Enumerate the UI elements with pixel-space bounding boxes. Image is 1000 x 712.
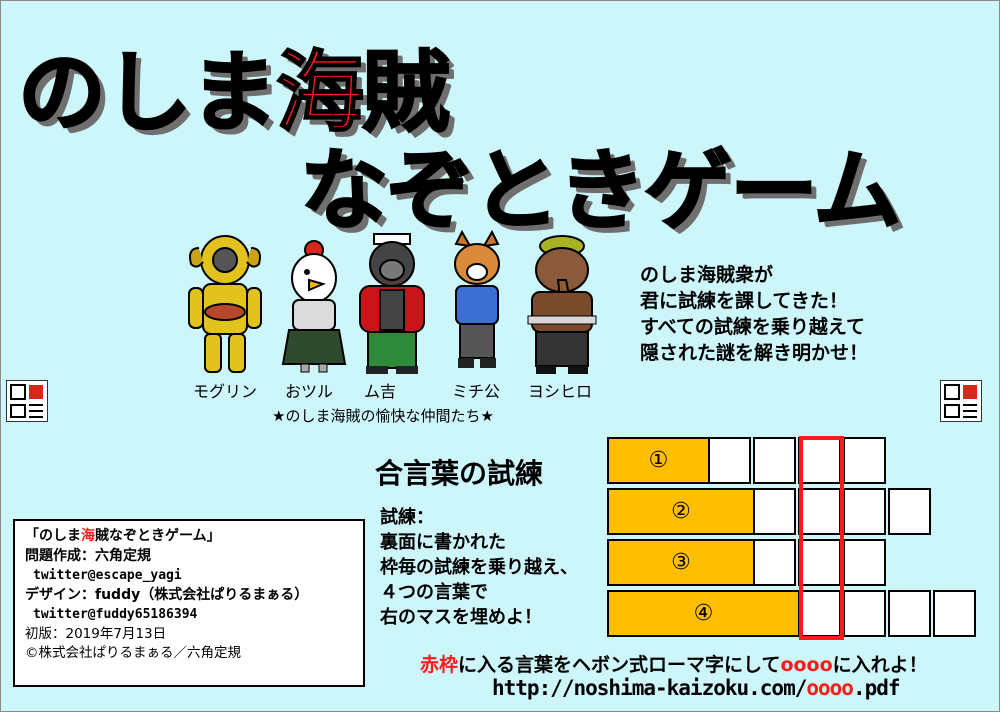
elephant-icon	[522, 230, 602, 375]
puzzle-cell[interactable]	[933, 590, 976, 637]
answer-url[interactable]: http://noshima-kaizoku.com/oooo.pdf	[492, 676, 901, 700]
row-label: ④	[607, 590, 800, 637]
puzzle-cell[interactable]	[888, 590, 931, 637]
row-label: ②	[607, 488, 755, 535]
dog-icon	[444, 230, 510, 375]
character-name: おツル	[285, 382, 334, 401]
credits-title: 「のしま海賊なぞときゲーム」	[25, 528, 221, 544]
credits-design: デザイン：fuddy（株式会社ぱりるまぁる）	[25, 586, 309, 603]
puzzle-cell[interactable]	[753, 539, 796, 586]
puzzle-cell[interactable]	[843, 488, 886, 535]
characters-caption: ★のしま海賊の愉快な仲間たち★	[272, 407, 494, 425]
seal-icon	[6, 380, 48, 422]
character-name: ヨシヒロ	[528, 382, 593, 401]
bottom-hint: 赤枠に入る言葉をヘボン式ローマ字にしてooooに入れよ！	[420, 654, 928, 676]
character-name: ム吉	[364, 382, 397, 401]
seal-icon	[940, 380, 982, 422]
puzzle-cell[interactable]	[753, 488, 796, 535]
credits-edition: 初版：2019年7月13日	[25, 625, 167, 642]
row-label: ③	[607, 539, 755, 586]
crane-icon	[279, 230, 349, 375]
puzzle-cell[interactable]	[843, 539, 886, 586]
credits-author: 問題作成：六角定規	[25, 547, 151, 564]
instructions: 試練： 裏面に書かれた 枠毎の試練を乗り越え、 ４つの言葉で 右のマスを埋めよ！	[380, 507, 578, 628]
puzzle-cell[interactable]	[708, 437, 751, 484]
puzzle-cell[interactable]	[888, 488, 931, 535]
title-line-2: なぞときゲーム	[299, 138, 902, 243]
puzzle-cell[interactable]	[798, 488, 841, 535]
puzzle-cell[interactable]	[798, 590, 841, 637]
intro-text: のしま海賊衆が 君に試練を課してきた！ すべての試練を乗り越えて 隠された謎を解…	[640, 264, 869, 364]
row-label: ①	[607, 437, 710, 484]
design-twitter-link[interactable]: twitter@fuddy65186394	[25, 605, 353, 625]
gorilla-icon	[352, 230, 432, 375]
section-title: 合言葉の試練	[375, 457, 544, 490]
puzzle-cell[interactable]	[843, 437, 886, 484]
puzzle-cell[interactable]	[753, 437, 796, 484]
credits-copyright: ©株式会社ぱりるまぁる／六角定規	[25, 645, 241, 661]
puzzle-cell[interactable]	[798, 539, 841, 586]
credits-box: 「のしま海賊なぞときゲーム」 問題作成：六角定規 twitter@escape_…	[13, 519, 365, 687]
puzzle-cell[interactable]	[798, 437, 841, 484]
puzzle-cell[interactable]	[843, 590, 886, 637]
character-name: モグリン	[193, 382, 258, 401]
character-name: ミチ公	[452, 382, 501, 401]
diver-ram-icon	[185, 230, 265, 375]
author-twitter-link[interactable]: twitter@escape_yagi	[25, 566, 353, 586]
